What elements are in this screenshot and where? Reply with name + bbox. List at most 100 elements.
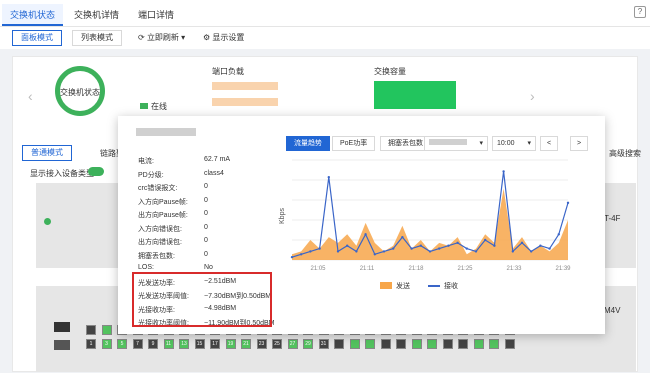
receive-point	[530, 250, 533, 253]
popup-title-redacted	[136, 128, 196, 136]
device-model-1: T-4F	[604, 214, 621, 223]
port-load-bar-1	[212, 82, 278, 90]
switch-port[interactable]	[396, 339, 406, 349]
time-select[interactable]: 10:00 ▾	[492, 136, 536, 151]
x-tick-label: 21:18	[408, 266, 424, 272]
series-send-area	[292, 188, 568, 260]
receive-point	[410, 247, 413, 250]
x-tick-label: 21:25	[457, 266, 473, 272]
help-icon[interactable]: ?	[634, 6, 646, 18]
switch-port[interactable]: 21	[241, 339, 251, 349]
info-key: PD分级:	[138, 171, 164, 179]
switch-capacity-title: 交换容量	[374, 67, 406, 76]
switch-port[interactable]	[365, 339, 375, 349]
switch-port[interactable]	[334, 339, 344, 349]
info-value: class4	[204, 169, 224, 177]
receive-point	[401, 235, 404, 239]
chevron-down-icon: ▾	[479, 140, 483, 147]
switch-port[interactable]: 9	[148, 339, 158, 349]
switch-port[interactable]: 17	[210, 339, 220, 349]
switch-port[interactable]	[380, 339, 391, 349]
receive-point	[474, 250, 478, 253]
switch-port[interactable]	[411, 339, 422, 349]
receive-point	[373, 253, 376, 256]
switch-port[interactable]: 27	[287, 339, 298, 349]
refresh-icon: ⟳	[138, 33, 147, 42]
receive-point	[327, 175, 330, 179]
receive-point	[456, 241, 459, 245]
info-value: 0	[204, 237, 208, 244]
console-port-icon	[54, 322, 70, 332]
receive-point	[290, 255, 294, 259]
receive-point	[557, 233, 560, 236]
list-mode-button[interactable]: 列表模式	[72, 30, 122, 46]
next-time-button[interactable]: >	[570, 136, 588, 151]
info-value: 0	[204, 183, 208, 190]
receive-point	[382, 250, 386, 253]
info-key: 出方向Pause帧:	[138, 212, 188, 219]
show-device-type-toggle[interactable]	[88, 167, 104, 176]
device-model-2: M4V	[604, 306, 621, 315]
switch-port[interactable]: 7	[132, 339, 143, 349]
switch-port[interactable]	[489, 339, 499, 349]
device-online-icon	[44, 218, 51, 225]
prev-page-icon[interactable]: ‹	[28, 88, 33, 104]
switch-port[interactable]	[427, 339, 437, 349]
receive-point	[428, 250, 432, 253]
top-tab-bar: 交换机状态 交换机详情 端口详情 ?	[0, 0, 650, 27]
switch-port[interactable]: 11	[163, 339, 174, 349]
switch-port[interactable]: 23	[256, 339, 267, 349]
receive-point	[438, 247, 441, 250]
toolbar: 面板模式 列表模式 ⟳ 立即刷新 ▾ ⚙ 显示设置	[0, 27, 650, 49]
tab-switch-details[interactable]: 交换机详情	[66, 4, 127, 26]
legend-receive-swatch	[428, 285, 440, 287]
switch-status-donut: 交换机状态	[55, 66, 105, 116]
tab-port-details[interactable]: 端口详情	[130, 4, 182, 26]
date-select[interactable]: ▾	[424, 136, 488, 151]
receive-point	[502, 170, 505, 173]
switch-port[interactable]: 25	[272, 339, 282, 349]
receive-point	[539, 244, 542, 247]
switch-port[interactable]: 31	[318, 339, 329, 349]
switch-port[interactable]	[458, 339, 468, 349]
display-settings-button[interactable]: ⚙ 显示设置	[203, 32, 244, 43]
switch-port[interactable]	[101, 325, 112, 335]
refresh-button[interactable]: ⟳ 立即刷新 ▾	[138, 32, 185, 43]
date-value-redacted	[429, 139, 467, 145]
tab-poe-power[interactable]: PoE功率	[332, 136, 376, 151]
port-load-title: 端口负载	[212, 67, 244, 76]
tab-switch-status[interactable]: 交换机状态	[2, 4, 64, 26]
info-value: 0	[204, 223, 208, 231]
chevron-down-icon: ▾	[178, 33, 186, 42]
switch-port[interactable]: 19	[225, 339, 236, 349]
switch-port[interactable]: 29	[303, 339, 313, 349]
prev-time-button[interactable]: <	[540, 136, 558, 151]
receive-point	[300, 253, 303, 256]
info-key: 入方向Pause帧:	[138, 198, 188, 206]
switch-port[interactable]	[504, 339, 515, 349]
panel-mode-button[interactable]: 面板模式	[12, 30, 62, 46]
online-legend-label: 在线	[151, 102, 167, 111]
info-key: 出方向错误包:	[138, 239, 182, 246]
tab-traffic-trend[interactable]: 流量趋势	[286, 136, 330, 151]
info-key: 电流:	[138, 158, 154, 165]
switch-port[interactable]: 15	[194, 339, 205, 349]
receive-point	[318, 247, 321, 250]
advanced-search-button[interactable]: 高级搜索	[609, 148, 641, 159]
switch-port[interactable]	[473, 339, 484, 349]
switch-port[interactable]: 13	[179, 339, 189, 349]
receive-point	[346, 244, 349, 247]
next-page-icon[interactable]: ›	[530, 88, 535, 104]
switch-port[interactable]	[442, 339, 453, 349]
switch-port[interactable]: 5	[117, 339, 127, 349]
info-key: crc错误报文:	[138, 185, 178, 192]
switch-port[interactable]: 3	[101, 339, 112, 349]
normal-mode-tab[interactable]: 普通模式	[22, 145, 72, 161]
receive-point	[309, 250, 312, 253]
switch-port[interactable]	[86, 325, 96, 335]
switch-port[interactable]	[349, 339, 360, 349]
receive-point	[465, 247, 468, 250]
port-load-bar-2	[212, 98, 278, 106]
receive-point	[447, 244, 450, 247]
switch-port[interactable]: 1	[86, 339, 96, 349]
